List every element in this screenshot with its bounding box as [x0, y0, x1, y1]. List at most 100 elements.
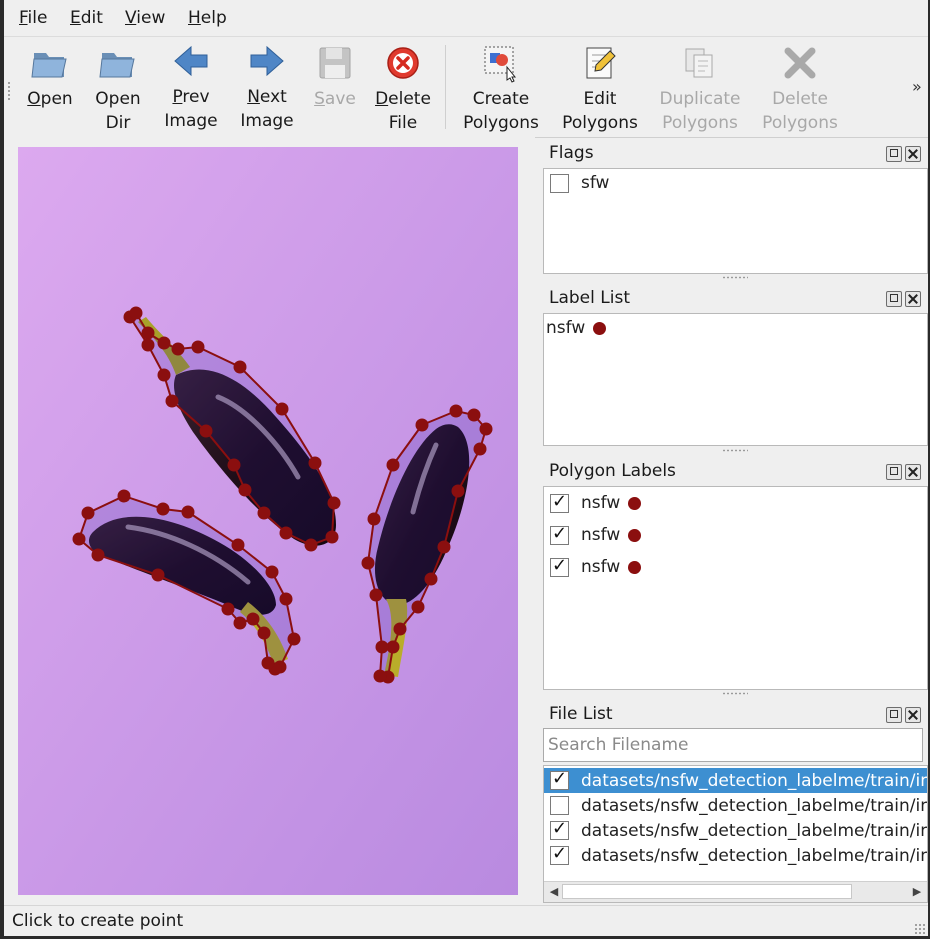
dock-float-icon[interactable]	[886, 707, 902, 723]
polygon-vertex-handle[interactable]	[375, 640, 389, 654]
polygon-vertex-handle[interactable]	[361, 556, 375, 570]
flag-item-sfw[interactable]: sfw	[550, 171, 609, 195]
dock-resize-handle[interactable]	[722, 276, 748, 279]
next-image-button[interactable]: Next Image	[232, 37, 302, 135]
dock-float-icon[interactable]	[886, 464, 902, 480]
polygon-vertex-handle[interactable]	[81, 506, 95, 520]
dock-resize-handle[interactable]	[722, 449, 748, 452]
polygon-vertex-handle[interactable]	[437, 540, 451, 554]
polygon-vertex-handle[interactable]	[246, 612, 260, 626]
dock-close-icon[interactable]	[905, 464, 921, 480]
polygon-vertex-handle[interactable]	[117, 489, 131, 503]
polygon-vertex-handle[interactable]	[287, 632, 301, 646]
polygon-vertex-handle[interactable]	[327, 496, 341, 510]
delete-polygons-button[interactable]: Delete Polygons	[756, 37, 844, 135]
menu-help[interactable]: Help	[188, 8, 227, 28]
polygon-vertex-handle[interactable]	[369, 588, 383, 602]
file-list-item[interactable]: datasets/nsfw_detection_labelme/train/in	[544, 818, 927, 843]
polygon-vertex-handle[interactable]	[367, 512, 381, 526]
polygon-vertex-handle[interactable]	[275, 402, 289, 416]
polygon-vertex-handle[interactable]	[473, 442, 487, 456]
duplicate-polygons-button[interactable]: Duplicate Polygons	[656, 37, 744, 135]
dock-close-icon[interactable]	[905, 291, 921, 307]
open-button[interactable]: Open	[20, 37, 80, 135]
dock-float-icon[interactable]	[886, 291, 902, 307]
file-list-item[interactable]: datasets/nsfw_detection_labelme/train/in	[544, 793, 927, 818]
save-button[interactable]: Save	[306, 37, 364, 135]
file-list-horizontal-scrollbar[interactable]: ◀ ▶	[544, 881, 927, 902]
file-checkbox[interactable]	[550, 843, 569, 865]
polygon-vertex-handle[interactable]	[479, 422, 493, 436]
file-list-item[interactable]: datasets/nsfw_detection_labelme/train/in	[544, 843, 927, 868]
polygon-vertex-handle[interactable]	[221, 602, 235, 616]
polygon-label-item[interactable]: nsfw	[550, 523, 642, 547]
menu-edit[interactable]: Edit	[70, 8, 103, 28]
polygon-vertex-handle[interactable]	[373, 669, 387, 683]
polygon-vertex-handle[interactable]	[165, 394, 179, 408]
polygon-vertex-handle[interactable]	[279, 526, 293, 540]
polygon-vertex-handle[interactable]	[151, 568, 165, 582]
file-list-item[interactable]: datasets/nsfw_detection_labelme/train/in	[544, 768, 927, 793]
toolbar-more-button[interactable]: »	[912, 77, 922, 96]
label-list-item[interactable]: nsfw	[546, 316, 607, 340]
menu-file[interactable]: File	[19, 8, 47, 28]
polygon-vertex-handle[interactable]	[449, 404, 463, 418]
polygon-vertex-handle[interactable]	[233, 360, 247, 374]
polygon-vertex-handle[interactable]	[157, 368, 171, 382]
polygon-vertex-handle[interactable]	[279, 592, 293, 606]
polygon-vertex-handle[interactable]	[411, 600, 425, 614]
dock-resize-handle[interactable]	[722, 692, 748, 695]
dock-float-icon[interactable]	[886, 146, 902, 162]
toolbar-grip[interactable]	[7, 81, 11, 101]
canvas-area[interactable]	[4, 137, 535, 902]
polygon-vertex-handle[interactable]	[424, 572, 438, 586]
polygon-label-item[interactable]: nsfw	[550, 491, 642, 515]
polygon-vertex-handle[interactable]	[72, 532, 86, 546]
polygon-vertex-handle[interactable]	[393, 622, 407, 636]
prev-image-button[interactable]: Prev Image	[156, 37, 226, 135]
polygon-vertex-handle[interactable]	[415, 418, 429, 432]
delete-file-button[interactable]: Delete File	[370, 37, 436, 135]
polygon-vertex-handle[interactable]	[199, 424, 213, 438]
polygon-vertex-handle[interactable]	[227, 458, 241, 472]
polygon-vertex-handle[interactable]	[261, 656, 275, 670]
polygon-vertex-handle[interactable]	[171, 342, 185, 356]
scroll-left-icon[interactable]: ◀	[546, 884, 562, 900]
polygon-visible-checkbox[interactable]	[550, 555, 569, 577]
polygon-vertex-handle[interactable]	[451, 484, 465, 498]
polygon-visible-checkbox[interactable]	[550, 523, 569, 545]
window-resize-grip[interactable]	[914, 923, 926, 935]
file-checkbox[interactable]	[550, 818, 569, 840]
polygon-vertex-handle[interactable]	[141, 326, 155, 340]
polygon-vertex-handle[interactable]	[304, 538, 318, 552]
polygon-vertex-handle[interactable]	[129, 306, 143, 320]
open-dir-button[interactable]: Open Dir	[88, 37, 148, 135]
polygon-label-item[interactable]: nsfw	[550, 555, 642, 579]
polygon-vertex-handle[interactable]	[238, 483, 252, 497]
annotation-canvas[interactable]	[18, 147, 518, 895]
dock-close-icon[interactable]	[905, 146, 921, 162]
polygon-vertex-handle[interactable]	[141, 338, 155, 352]
polygon-vertex-handle[interactable]	[156, 502, 170, 516]
polygon-vertex-handle[interactable]	[91, 548, 105, 562]
flag-checkbox[interactable]	[550, 173, 569, 193]
polygon-vertex-handle[interactable]	[257, 506, 271, 520]
polygon-vertex-handle[interactable]	[181, 505, 195, 519]
edit-polygons-button[interactable]: Edit Polygons	[556, 37, 644, 135]
polygon-vertex-handle[interactable]	[386, 458, 400, 472]
file-checkbox[interactable]	[550, 796, 569, 815]
file-checkbox[interactable]	[550, 768, 569, 790]
polygon-vertex-handle[interactable]	[308, 456, 322, 470]
scroll-right-icon[interactable]: ▶	[909, 884, 925, 900]
menu-view[interactable]: View	[125, 8, 165, 28]
polygon-vertex-handle[interactable]	[157, 336, 171, 350]
search-filename-input[interactable]	[543, 728, 923, 762]
scrollbar-thumb[interactable]	[562, 884, 852, 899]
polygon-vertex-handle[interactable]	[265, 565, 279, 579]
polygon-visible-checkbox[interactable]	[550, 491, 569, 513]
polygon-vertex-handle[interactable]	[191, 340, 205, 354]
polygon-vertex-handle[interactable]	[257, 626, 271, 640]
polygon-vertex-handle[interactable]	[231, 538, 245, 552]
create-polygons-button[interactable]: Create Polygons	[456, 37, 546, 135]
polygon-vertex-handle[interactable]	[325, 530, 339, 544]
